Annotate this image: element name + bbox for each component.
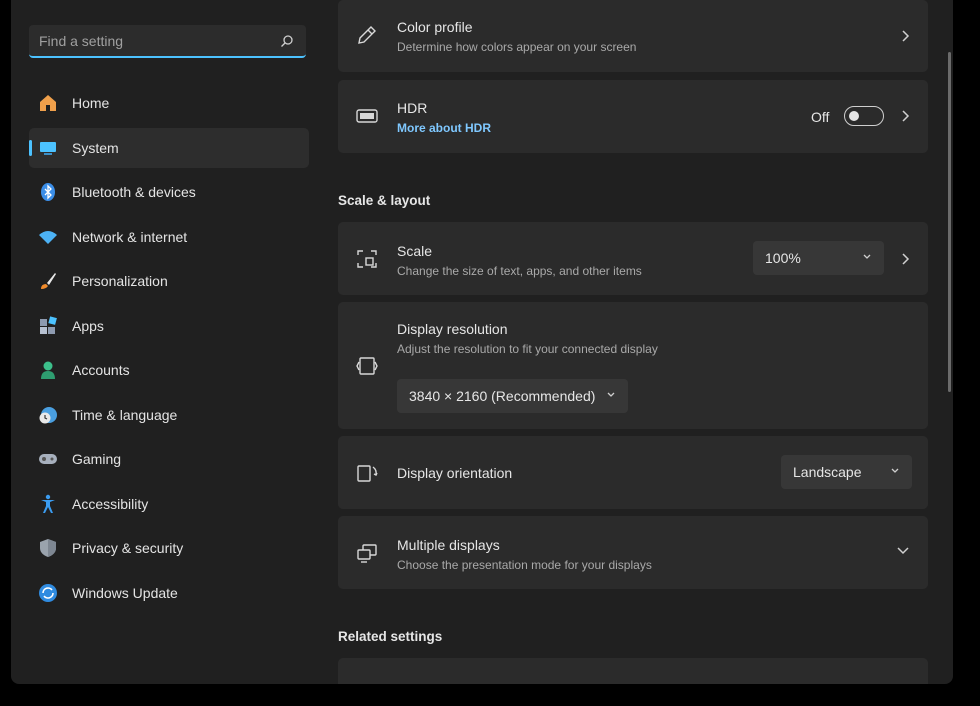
chevron-down-icon: [863, 254, 871, 259]
sidebar-item-label: Home: [72, 95, 110, 111]
sidebar-item-label: System: [72, 139, 119, 156]
display-resolution-card: Display resolution Adjust the resolution…: [338, 302, 928, 429]
sidebar-nav: Home System Bluetooth & devices Network …: [29, 83, 309, 617]
resolution-icon: [356, 357, 378, 375]
scale-icon: [357, 250, 377, 268]
home-icon: [40, 95, 56, 111]
sidebar: Home System Bluetooth & devices: [11, 0, 321, 684]
hdr-icon: [356, 109, 378, 123]
bluetooth-icon: [41, 183, 55, 201]
hdr-card[interactable]: HDR More about HDR Off: [338, 80, 928, 153]
display-resolution-title: Display resolution: [397, 321, 508, 337]
display-orientation-card: Display orientation Landscape: [338, 436, 928, 509]
sidebar-item-bluetooth[interactable]: Bluetooth & devices: [29, 172, 309, 212]
update-icon: [39, 583, 57, 602]
accounts-icon: [41, 361, 55, 379]
sidebar-item-label: Time & language: [72, 406, 178, 423]
chevron-right-icon: [902, 253, 910, 265]
sidebar-item-label: Windows Update: [72, 584, 178, 601]
toggle-knob: [849, 111, 859, 121]
chevron-right-icon: [902, 110, 910, 122]
display-resolution-subtitle: Adjust the resolution to fit your connec…: [397, 342, 658, 356]
sidebar-item-label: Network & internet: [72, 228, 188, 245]
wifi-icon: [39, 230, 57, 244]
main-content: Color profile Determine how colors appea…: [338, 0, 928, 684]
scale-layout-heading: Scale & layout: [338, 193, 431, 208]
sidebar-item-label: Privacy & security: [72, 540, 184, 556]
selection-indicator: [29, 139, 32, 156]
scale-title: Scale: [397, 243, 433, 259]
search-input[interactable]: [39, 29, 269, 53]
sidebar-item-system[interactable]: System: [29, 127, 309, 168]
scale-value: 100%: [765, 250, 801, 266]
sidebar-item-label: Gaming: [72, 451, 122, 467]
orientation-value: Landscape: [793, 464, 862, 480]
clock-globe-icon: [39, 406, 57, 423]
color-profile-card[interactable]: Color profile Determine how colors appea…: [338, 0, 928, 72]
chevron-down-icon: [607, 392, 615, 397]
color-profile-subtitle: Determine how colors appear on your scre…: [397, 40, 637, 54]
sidebar-item-accounts[interactable]: Accounts: [29, 350, 309, 390]
scale-card[interactable]: Scale Change the size of text, apps, and…: [338, 222, 928, 295]
sidebar-item-personalization[interactable]: Personalization: [29, 261, 309, 301]
orientation-dropdown[interactable]: Landscape: [781, 455, 912, 489]
shield-icon: [40, 539, 56, 557]
display-orientation-title: Display orientation: [397, 465, 513, 481]
pen-icon: [358, 26, 376, 44]
multiple-displays-card[interactable]: Multiple displays Choose the presentatio…: [338, 516, 928, 589]
settings-window: Home System Bluetooth & devices: [11, 0, 953, 684]
chevron-right-icon: [902, 30, 910, 42]
multiple-displays-title: Multiple displays: [397, 537, 500, 553]
chevron-down-icon: [897, 547, 909, 555]
sidebar-item-privacy[interactable]: Privacy & security: [29, 528, 309, 568]
sidebar-item-time-language[interactable]: Time & language: [29, 395, 309, 435]
sidebar-item-accessibility[interactable]: Accessibility: [29, 484, 309, 524]
multiple-displays-icon: [357, 544, 377, 563]
sidebar-item-gaming[interactable]: Gaming: [29, 439, 309, 479]
chevron-down-icon: [891, 468, 899, 473]
hdr-toggle[interactable]: [844, 106, 884, 126]
sidebar-item-label: Accounts: [72, 362, 130, 378]
orientation-icon: [357, 465, 378, 482]
hdr-title: HDR: [397, 100, 428, 116]
accessibility-icon: [41, 494, 55, 513]
sidebar-item-label: Apps: [72, 317, 104, 334]
search-box[interactable]: [29, 25, 306, 58]
sidebar-item-label: Accessibility: [72, 495, 149, 512]
brush-icon: [41, 273, 56, 289]
sidebar-item-home[interactable]: Home: [29, 83, 309, 123]
related-settings-heading: Related settings: [338, 629, 443, 644]
sidebar-item-network[interactable]: Network & internet: [29, 217, 309, 257]
gamepad-icon: [39, 454, 57, 464]
scale-subtitle: Change the size of text, apps, and other…: [397, 264, 642, 278]
color-profile-title: Color profile: [397, 19, 473, 35]
hdr-state-label: Off: [811, 109, 830, 125]
sidebar-item-label: Personalization: [72, 273, 168, 289]
multiple-displays-subtitle: Choose the presentation mode for your di…: [397, 558, 652, 572]
related-setting-card[interactable]: [338, 658, 928, 684]
scale-dropdown[interactable]: 100%: [753, 241, 884, 275]
scrollbar[interactable]: [948, 52, 951, 392]
resolution-dropdown[interactable]: 3840 × 2160 (Recommended): [397, 379, 628, 413]
system-icon: [40, 141, 56, 155]
sidebar-item-label: Bluetooth & devices: [72, 184, 196, 200]
sidebar-item-windows-update[interactable]: Windows Update: [29, 573, 309, 613]
resolution-value: 3840 × 2160 (Recommended): [409, 388, 596, 404]
search-icon[interactable]: [280, 34, 294, 48]
sidebar-item-apps[interactable]: Apps: [29, 306, 309, 346]
apps-icon: [40, 315, 57, 334]
more-about-hdr-link[interactable]: More about HDR: [397, 121, 491, 135]
